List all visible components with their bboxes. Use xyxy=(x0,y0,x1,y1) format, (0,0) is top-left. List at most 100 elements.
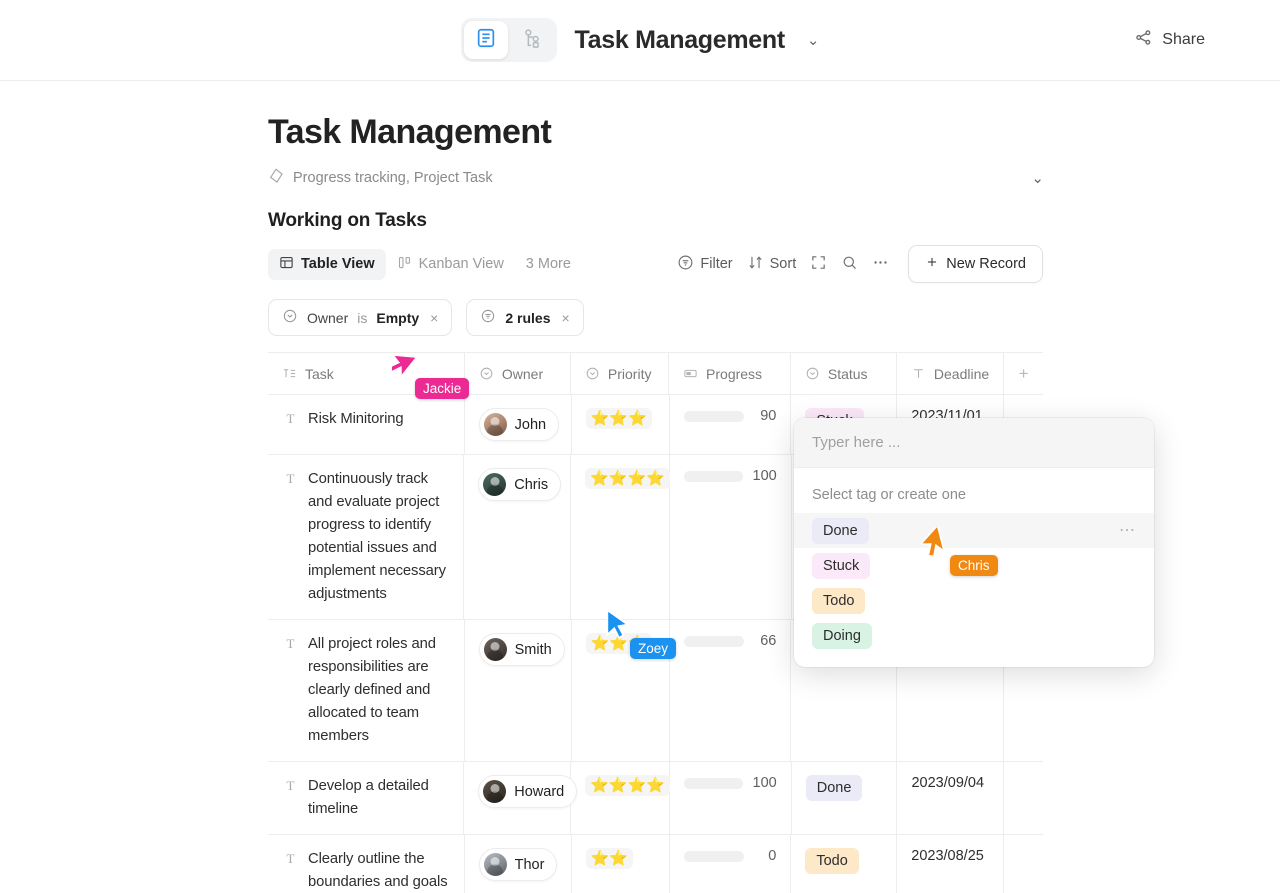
search-button[interactable] xyxy=(834,249,865,280)
tagline-chevron-down-icon[interactable]: ⌄ xyxy=(1027,169,1044,187)
tag-option-stuck[interactable]: Stuck xyxy=(794,548,1154,583)
column-header-owner[interactable]: Owner xyxy=(465,353,571,394)
text-icon: T xyxy=(282,410,299,428)
filter-chip-rules[interactable]: 2 rules × xyxy=(466,299,583,336)
new-record-button[interactable]: New Record xyxy=(908,245,1043,283)
cell-owner[interactable]: Chris xyxy=(464,455,571,619)
progress-track xyxy=(684,411,745,422)
cell-status[interactable]: Todo xyxy=(791,835,897,893)
search-icon xyxy=(841,254,858,275)
column-header-progress[interactable]: Progress xyxy=(669,353,791,394)
column-header-status[interactable]: Status xyxy=(791,353,897,394)
cell-task[interactable]: T Continuously track and evaluate projec… xyxy=(268,455,464,619)
cell-progress[interactable]: 100 xyxy=(670,762,791,834)
tab-kanban-view[interactable]: Kanban View xyxy=(386,249,515,280)
column-header-task[interactable]: Task xyxy=(268,353,465,394)
cell-deadline[interactable]: 2023/08/25 xyxy=(897,835,1004,893)
owner-pill[interactable]: Chris xyxy=(478,468,561,501)
avatar xyxy=(484,413,507,436)
tag-option-label: Todo xyxy=(812,588,865,614)
more-icon[interactable]: ⋯ xyxy=(1119,526,1136,536)
tag-option-doing[interactable]: Doing xyxy=(794,618,1154,653)
progress-bar: 0 xyxy=(684,848,777,864)
filter-label: Filter xyxy=(700,256,732,272)
cell-priority[interactable]: ⭐⭐⭐⭐ xyxy=(571,455,670,619)
task-text: Clearly outline the boundaries and goals… xyxy=(299,848,450,893)
cell-status[interactable]: Done xyxy=(792,762,898,834)
expand-button[interactable] xyxy=(803,249,834,280)
cell-priority[interactable]: ⭐⭐⭐⭐ xyxy=(571,762,670,834)
graph-view-button[interactable] xyxy=(510,21,554,59)
table-header-row: Task Owner Priority Pro xyxy=(268,353,1043,395)
task-text: Risk Minitoring xyxy=(299,408,404,431)
column-header-priority[interactable]: Priority xyxy=(571,353,669,394)
cell-progress[interactable]: 90 xyxy=(670,395,792,454)
table-row[interactable]: T Clearly outline the boundaries and goa… xyxy=(268,835,1043,893)
tag-search-input[interactable]: Typer here ... xyxy=(794,418,1154,468)
cell-priority[interactable]: ⭐⭐⭐ xyxy=(572,395,670,454)
owner-pill[interactable]: Smith xyxy=(479,633,565,666)
progress-bar: 90 xyxy=(684,408,777,424)
cell-deadline[interactable]: 2023/09/04 xyxy=(897,762,1004,834)
sort-button[interactable]: Sort xyxy=(740,249,804,280)
progress-value: 66 xyxy=(754,633,776,649)
priority-stars[interactable]: ⭐⭐⭐ xyxy=(586,408,652,429)
cell-spacer xyxy=(1004,835,1043,893)
kanban-icon xyxy=(397,255,412,274)
tag-select-dropdown[interactable]: Typer here ... Select tag or create one … xyxy=(794,418,1154,667)
tag-option-todo[interactable]: Todo xyxy=(794,583,1154,618)
top-bar-center: Task Management ⌄ xyxy=(461,18,820,62)
close-icon[interactable]: × xyxy=(561,310,569,326)
document-title-chevron-down-icon[interactable]: ⌄ xyxy=(803,31,820,49)
filter-icon xyxy=(677,254,694,275)
cell-owner[interactable]: John xyxy=(465,395,572,454)
cell-owner[interactable]: Thor xyxy=(465,835,572,893)
cell-progress[interactable]: 100 xyxy=(670,455,791,619)
priority-stars[interactable]: ⭐⭐⭐⭐ xyxy=(585,468,670,489)
column-header-deadline[interactable]: Deadline xyxy=(897,353,1004,394)
tab-more-views[interactable]: 3 More xyxy=(515,250,582,278)
priority-stars[interactable]: ⭐⭐⭐⭐ xyxy=(585,775,670,796)
progress-value: 100 xyxy=(753,468,777,484)
avatar xyxy=(483,780,506,803)
tag-icon xyxy=(268,168,284,188)
share-button[interactable]: Share xyxy=(1134,28,1205,52)
cell-owner[interactable]: Howard xyxy=(464,762,571,834)
cell-progress[interactable]: 66 xyxy=(670,620,792,761)
cell-task[interactable]: T All project roles and responsibilities… xyxy=(268,620,465,761)
plus-icon xyxy=(925,255,939,273)
cell-progress[interactable]: 0 xyxy=(670,835,792,893)
cell-owner[interactable]: Smith xyxy=(465,620,572,761)
text-icon: T xyxy=(282,635,299,653)
page-tagline-text: Progress tracking, Project Task xyxy=(293,170,493,186)
column-header-progress-label: Progress xyxy=(706,366,762,382)
cell-priority[interactable]: ⭐⭐ xyxy=(572,835,670,893)
plus-icon: + xyxy=(1019,365,1029,382)
progress-bar: 100 xyxy=(684,468,776,484)
priority-stars[interactable]: ⭐⭐ xyxy=(586,848,633,869)
cell-task[interactable]: T Risk Minitoring xyxy=(268,395,465,454)
progress-track xyxy=(684,471,742,482)
priority-stars[interactable]: ⭐⭐⭐ xyxy=(586,633,652,654)
filter-chip-owner[interactable]: Owner is Empty × xyxy=(268,299,452,336)
owner-pill[interactable]: John xyxy=(479,408,559,441)
sort-icon xyxy=(747,254,764,275)
text-icon: T xyxy=(282,470,299,488)
deadline-text: 2023/09/04 xyxy=(911,775,984,791)
owner-pill[interactable]: Thor xyxy=(479,848,558,881)
owner-pill[interactable]: Howard xyxy=(478,775,577,808)
close-icon[interactable]: × xyxy=(430,310,438,326)
cell-priority[interactable]: ⭐⭐⭐ xyxy=(572,620,670,761)
more-options-button[interactable] xyxy=(865,249,896,280)
table-row[interactable]: T Develop a detailed timeline Howard ⭐⭐⭐… xyxy=(268,762,1043,835)
document-view-button[interactable] xyxy=(464,21,508,59)
cell-task[interactable]: T Develop a detailed timeline xyxy=(268,762,464,834)
tab-more-views-label: 3 More xyxy=(526,256,571,272)
cell-task[interactable]: T Clearly outline the boundaries and goa… xyxy=(268,835,465,893)
tab-table-view[interactable]: Table View xyxy=(268,249,386,280)
view-mode-switch[interactable] xyxy=(461,18,557,62)
owner-name: John xyxy=(515,417,546,433)
filter-button[interactable]: Filter xyxy=(670,249,739,280)
tag-option-done[interactable]: Done ⋯ xyxy=(794,513,1154,548)
add-column-button[interactable]: + xyxy=(1004,353,1043,394)
